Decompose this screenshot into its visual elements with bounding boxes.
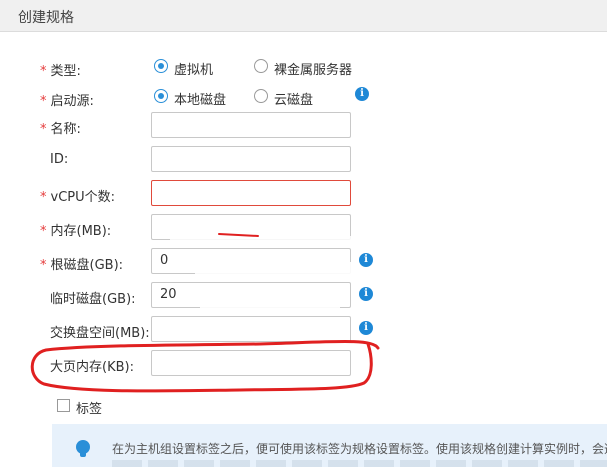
erasure-mark — [195, 262, 355, 276]
dialog-title: 创建规格 — [18, 10, 74, 26]
tip-banner: 在为主机组设置标签之后，便可使用该标签为规格设置标签。使用该规格创建计算实例时，… — [52, 424, 607, 467]
vcpu-row: * vCPU个数: — [0, 180, 607, 210]
type-row: * 类型: 虚拟机 裸金属服务器 — [0, 54, 607, 84]
boot-option-cloud[interactable]: 云磁盘 — [274, 89, 313, 108]
memory-label: * 内存(MB): — [40, 224, 112, 239]
lightbulb-icon — [76, 440, 90, 457]
name-label: * 名称: — [40, 122, 81, 137]
name-input[interactable] — [151, 112, 351, 138]
tags-label: 标签 — [76, 402, 103, 417]
boot-source-row: * 启动源: 本地磁盘 云磁盘 i — [0, 84, 607, 114]
type-option-vm[interactable]: 虚拟机 — [174, 59, 213, 78]
info-icon[interactable]: i — [359, 253, 373, 267]
info-icon[interactable]: i — [355, 87, 369, 101]
vcpu-label: * vCPU个数: — [40, 190, 116, 205]
id-row: ID: — [0, 146, 607, 176]
info-icon[interactable]: i — [359, 287, 373, 301]
boot-radio-local[interactable] — [154, 89, 168, 103]
tags-checkbox[interactable] — [57, 399, 70, 412]
name-row: * 名称: — [0, 112, 607, 142]
type-option-baremetal[interactable]: 裸金属服务器 — [274, 59, 352, 78]
hugepage-input[interactable] — [151, 350, 351, 376]
tip-text: 在为主机组设置标签之后，便可使用该标签为规格设置标签。使用该规格创建计算实例时，… — [112, 442, 607, 456]
hugepage-row: 大页内存(KB): — [0, 350, 607, 380]
ephemeral-disk-label: 临时磁盘(GB): — [50, 292, 136, 307]
info-icon[interactable]: i — [359, 321, 373, 335]
boot-option-local[interactable]: 本地磁盘 — [174, 89, 226, 108]
type-radio-vm[interactable] — [154, 59, 168, 73]
hugepage-label: 大页内存(KB): — [50, 360, 134, 375]
boot-radio-cloud[interactable] — [254, 89, 268, 103]
root-disk-label: * 根磁盘(GB): — [40, 258, 124, 273]
tip-text-overflow — [112, 460, 607, 467]
type-label: * 类型: — [40, 64, 81, 79]
vcpu-input[interactable] — [151, 180, 351, 206]
id-label: ID: — [50, 152, 69, 167]
erasure-mark — [200, 296, 340, 310]
dialog-header: 创建规格 — [0, 0, 607, 32]
erasure-mark — [205, 318, 345, 338]
type-radio-baremetal[interactable] — [254, 59, 268, 73]
erasure-mark — [170, 236, 360, 248]
id-input[interactable] — [151, 146, 351, 172]
swap-label: 交换盘空间(MB): — [50, 326, 150, 341]
boot-source-label: * 启动源: — [40, 94, 94, 109]
